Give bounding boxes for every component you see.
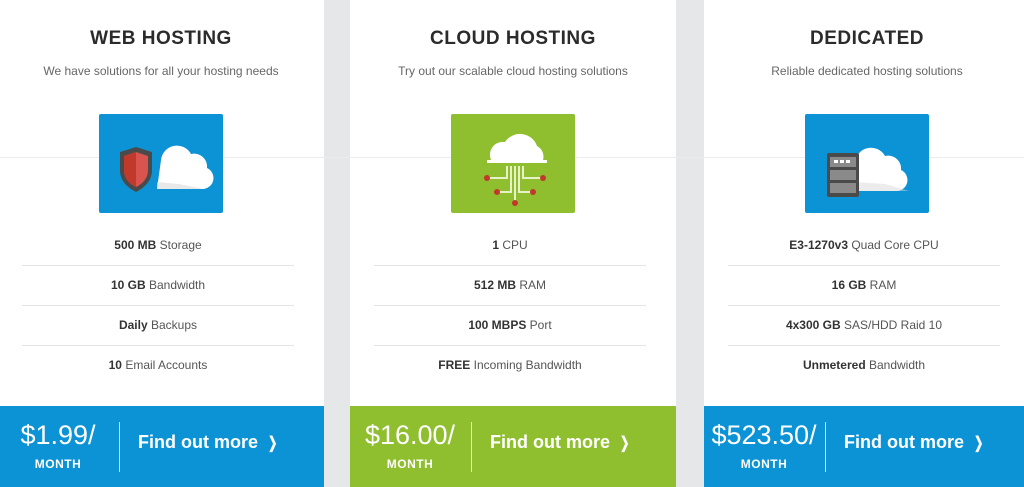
server-cloud-icon bbox=[805, 114, 929, 213]
gutter bbox=[676, 0, 704, 487]
plan-title: WEB HOSTING bbox=[90, 28, 232, 49]
plan-price: $1.99/ bbox=[20, 420, 96, 450]
feature-item: Daily Backups bbox=[22, 306, 294, 346]
feature-list: 1 CPU 512 MB RAM 100 MBPS Port FREE Inco… bbox=[374, 226, 646, 385]
gutter bbox=[322, 0, 350, 487]
plan-title: DEDICATED bbox=[810, 28, 924, 49]
footer-divider bbox=[825, 422, 826, 472]
feature-item: E3-1270v3 Quad Core CPU bbox=[728, 226, 1000, 266]
plan-period: MONTH bbox=[34, 457, 82, 471]
feature-item: FREE Incoming Bandwidth bbox=[438, 358, 582, 372]
footer-divider bbox=[471, 422, 472, 472]
feature-item: 4x300 GB SAS/HDD Raid 10 bbox=[728, 306, 1000, 346]
plan-subtitle: Try out our scalable cloud hosting solut… bbox=[398, 64, 628, 78]
plan-subtitle: Reliable dedicated hosting solutions bbox=[771, 64, 963, 78]
plan-footer: $523.50/ MONTH Find out more ❯ bbox=[704, 406, 1024, 487]
feature-item: 16 GB RAM bbox=[728, 266, 1000, 306]
chevron-right-icon: ❯ bbox=[620, 435, 630, 452]
plan-card-cloud-hosting: CLOUD HOSTING Try out our scalable cloud… bbox=[350, 0, 676, 487]
plan-title: CLOUD HOSTING bbox=[430, 28, 596, 49]
feature-item: 10 GB Bandwidth bbox=[22, 266, 294, 306]
feature-list: E3-1270v3 Quad Core CPU 16 GB RAM 4x300 … bbox=[728, 226, 1000, 385]
find-out-more-button[interactable]: Find out more ❯ bbox=[138, 432, 279, 453]
plan-period: MONTH bbox=[386, 457, 434, 471]
plan-period: MONTH bbox=[740, 457, 788, 471]
feature-item: Unmetered Bandwidth bbox=[802, 358, 926, 372]
plan-price: $16.00/ bbox=[364, 420, 456, 450]
plan-card-web-hosting: WEB HOSTING We have solutions for all yo… bbox=[0, 0, 324, 487]
feature-item: 100 MBPS Port bbox=[374, 306, 646, 346]
feature-item: 1 CPU bbox=[374, 226, 646, 266]
find-out-more-button[interactable]: Find out more ❯ bbox=[844, 432, 985, 453]
feature-item: 10 Email Accounts bbox=[108, 358, 208, 372]
footer-divider bbox=[119, 422, 120, 472]
feature-item: 500 MB Storage bbox=[22, 226, 294, 266]
plan-footer: $1.99/ MONTH Find out more ❯ bbox=[0, 406, 324, 487]
find-out-more-button[interactable]: Find out more ❯ bbox=[490, 432, 631, 453]
plan-subtitle: We have solutions for all your hosting n… bbox=[43, 64, 279, 78]
feature-item: 512 MB RAM bbox=[374, 266, 646, 306]
feature-list: 500 MB Storage 10 GB Bandwidth Daily Bac… bbox=[22, 226, 294, 385]
cloud-network-icon bbox=[451, 114, 575, 213]
chevron-right-icon: ❯ bbox=[974, 435, 984, 452]
plan-footer: $16.00/ MONTH Find out more ❯ bbox=[350, 406, 676, 487]
chevron-right-icon: ❯ bbox=[268, 435, 278, 452]
plan-price: $523.50/ bbox=[711, 420, 817, 450]
shield-cloud-icon bbox=[99, 114, 223, 213]
plan-card-dedicated: DEDICATED Reliable dedicated hosting sol… bbox=[704, 0, 1024, 487]
